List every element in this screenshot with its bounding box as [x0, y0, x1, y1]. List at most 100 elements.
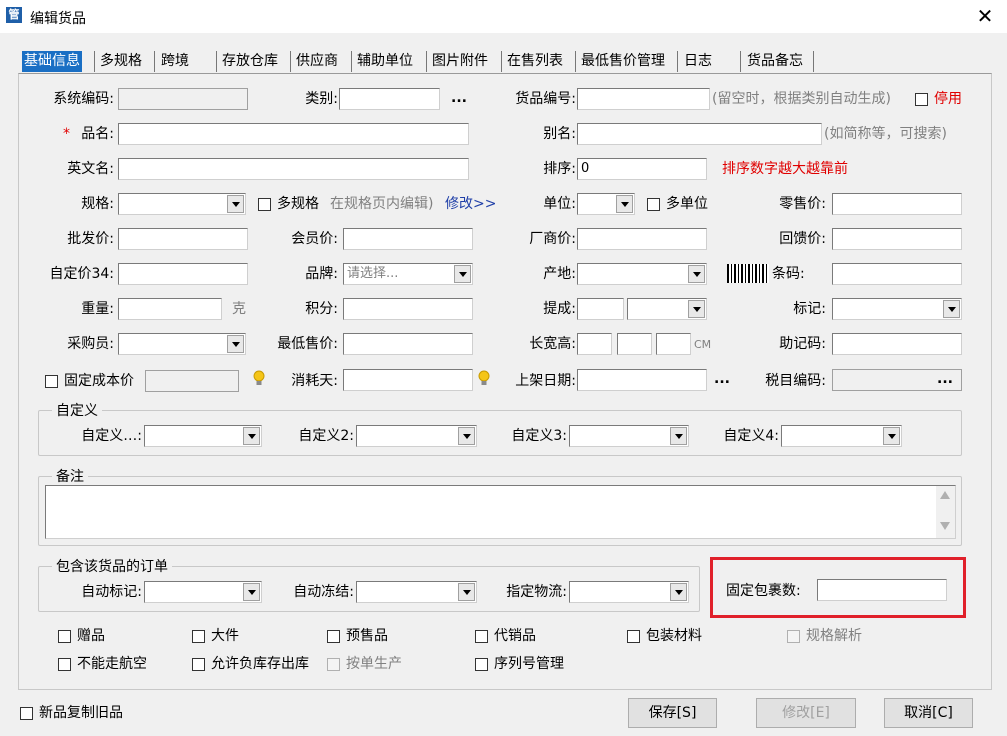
points-field[interactable]: [343, 298, 473, 320]
multi-spec-checkbox[interactable]: [258, 198, 271, 211]
vendor-price-label: 厂商价:: [529, 231, 576, 247]
no-air-label: 不能走航空: [77, 656, 147, 672]
fixed-cost-checkbox[interactable]: [45, 375, 58, 388]
buyer-select[interactable]: [118, 333, 246, 355]
goods-code-field[interactable]: [577, 88, 710, 110]
tab-separator: [575, 51, 576, 72]
vendor-price-field[interactable]: [577, 228, 707, 250]
large-checkbox[interactable]: [192, 630, 205, 643]
mnemonic-field[interactable]: [832, 333, 962, 355]
shelf-date-field[interactable]: [577, 369, 707, 391]
modify-spec-link[interactable]: 修改>>: [445, 194, 496, 214]
chevron-down-icon: [688, 300, 705, 318]
presale-checkbox[interactable]: [327, 630, 340, 643]
alias-hint: (如简称等，可搜索): [824, 126, 947, 142]
length-field[interactable]: [577, 333, 612, 355]
goods-code-hint: (留空时，根据类别自动生成): [712, 91, 891, 107]
disable-checkbox[interactable]: [915, 93, 928, 106]
make-to-order-label: 按单生产: [346, 656, 402, 672]
goods-code-label: 货品编号:: [515, 91, 576, 107]
gift-checkbox[interactable]: [58, 630, 71, 643]
tab-on-sale[interactable]: 在售列表: [505, 51, 565, 72]
scroll-down-icon[interactable]: [940, 522, 950, 530]
packaging-checkbox[interactable]: [627, 630, 640, 643]
custom2-select[interactable]: [356, 425, 477, 447]
sort-field[interactable]: 0: [577, 158, 707, 180]
remark-group-title: 备注: [52, 468, 88, 486]
tab-warehouse[interactable]: 存放仓库: [220, 51, 280, 72]
spec-select[interactable]: [118, 193, 246, 215]
lightbulb-icon[interactable]: [478, 370, 490, 386]
shelf-date-more-button[interactable]: ...: [714, 369, 730, 389]
auto-mark-select[interactable]: [144, 581, 262, 603]
origin-label: 产地:: [543, 266, 576, 282]
barcode-label: 条码:: [772, 266, 805, 282]
consume-days-field[interactable]: [343, 369, 473, 391]
multi-unit-checkbox[interactable]: [647, 198, 660, 211]
unit-select[interactable]: [577, 193, 635, 215]
member-price-field[interactable]: [343, 228, 473, 250]
multi-spec-hint: 在规格页内编辑): [330, 196, 434, 212]
category-more-button[interactable]: ...: [451, 88, 467, 108]
weight-field[interactable]: [118, 298, 222, 320]
custom4-label: 自定义4:: [723, 428, 779, 444]
custom4-select[interactable]: [781, 425, 902, 447]
custom-price-label: 自定价34:: [49, 266, 114, 282]
tax-code-more-button[interactable]: ...: [937, 369, 953, 389]
name-field[interactable]: [118, 123, 469, 145]
remark-scrollbar[interactable]: [936, 486, 955, 538]
brand-select[interactable]: 请选择...: [343, 263, 473, 285]
logistics-select[interactable]: [569, 581, 689, 603]
english-name-field[interactable]: [118, 158, 469, 180]
spec-parse-label: 规格解析: [806, 628, 862, 644]
no-air-checkbox[interactable]: [58, 658, 71, 671]
cancel-button[interactable]: 取消[C]: [884, 698, 973, 728]
height-field[interactable]: [656, 333, 691, 355]
chevron-down-icon: [688, 265, 705, 283]
category-field[interactable]: [339, 88, 440, 110]
wholesale-price-field[interactable]: [118, 228, 248, 250]
consign-checkbox[interactable]: [475, 630, 488, 643]
close-button[interactable]: ✕: [970, 4, 1000, 28]
custom-price-field[interactable]: [118, 263, 248, 285]
return-price-field[interactable]: [832, 228, 962, 250]
width-field[interactable]: [617, 333, 652, 355]
tab-cross-border[interactable]: 跨境: [159, 51, 191, 72]
serial-checkbox[interactable]: [475, 658, 488, 671]
commission-select[interactable]: [627, 298, 707, 320]
tab-multi-spec[interactable]: 多规格: [98, 51, 144, 72]
scroll-up-icon[interactable]: [940, 491, 950, 499]
alias-field[interactable]: [577, 123, 822, 145]
tab-basic-info[interactable]: 基础信息: [22, 51, 82, 72]
tab-separator: [501, 51, 502, 72]
multi-spec-label: 多规格: [277, 196, 319, 212]
mark-select[interactable]: [832, 298, 962, 320]
tab-min-price[interactable]: 最低售价管理: [579, 51, 667, 72]
sort-label: 排序:: [543, 161, 576, 177]
tab-log[interactable]: 日志: [682, 51, 714, 72]
auto-freeze-label: 自动冻结:: [293, 584, 354, 600]
buyer-label: 采购员:: [67, 336, 114, 352]
retail-price-field[interactable]: [832, 193, 962, 215]
tab-aux-unit[interactable]: 辅助单位: [355, 51, 415, 72]
orders-group-title: 包含该货品的订单: [52, 558, 172, 576]
chevron-down-icon: [883, 427, 900, 445]
tab-goods-memo[interactable]: 货品备忘: [745, 51, 805, 72]
copy-old-checkbox[interactable]: [20, 707, 33, 720]
tab-attachments[interactable]: 图片附件: [430, 51, 490, 72]
auto-mark-label: 自动标记:: [81, 584, 142, 600]
min-price-field[interactable]: [343, 333, 473, 355]
auto-freeze-select[interactable]: [356, 581, 477, 603]
custom1-select[interactable]: [144, 425, 262, 447]
allow-negative-checkbox[interactable]: [192, 658, 205, 671]
fixed-parcels-field[interactable]: [817, 579, 947, 601]
consign-label: 代销品: [494, 628, 536, 644]
custom3-select[interactable]: [569, 425, 689, 447]
remark-textarea[interactable]: [45, 485, 956, 539]
barcode-field[interactable]: [832, 263, 962, 285]
save-button[interactable]: 保存[S]: [628, 698, 717, 728]
commission-field[interactable]: [577, 298, 624, 320]
tab-supplier[interactable]: 供应商: [294, 51, 340, 72]
origin-select[interactable]: [577, 263, 707, 285]
unit-label: 单位:: [543, 196, 576, 212]
